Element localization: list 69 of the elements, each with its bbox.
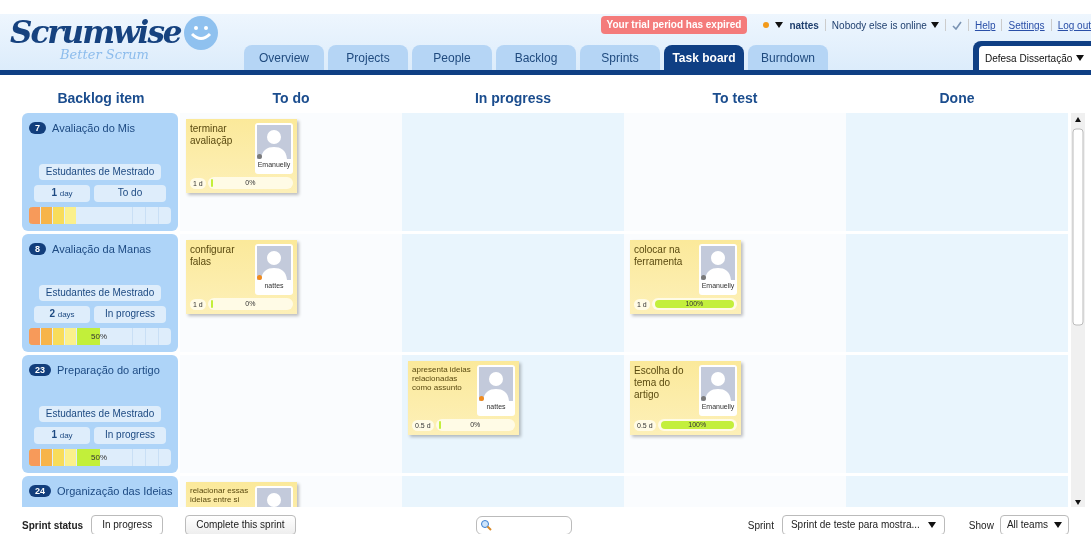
sprint-dropdown[interactable]: Sprint de teste para mostra...: [781, 515, 945, 534]
backlog-card[interactable]: 7 Avaliação do Mis Estudantes de Mestrado 1 day To do: [22, 113, 178, 231]
caret-icon: [927, 522, 936, 528]
person-icon: [257, 125, 291, 159]
item-number: 23: [29, 364, 51, 377]
column-heading: To do: [272, 89, 310, 108]
presence-menu[interactable]: Nobody else is online: [831, 17, 939, 33]
status-pill: In progress: [94, 306, 166, 323]
check-icon[interactable]: [951, 20, 962, 30]
sprint-status-label: Sprint status: [22, 518, 84, 533]
team-label: Estudantes de Mestrado: [38, 406, 162, 422]
column-heading: Done: [939, 89, 975, 108]
logo-text: Scrumwise: [10, 16, 181, 48]
column-heading: To test: [712, 89, 758, 108]
person-icon: [701, 367, 735, 401]
status-pill: To do: [94, 185, 166, 202]
item-title: Avaliação do Mis: [52, 121, 135, 136]
smiley-icon: [184, 16, 218, 50]
task-title: configurar falas: [190, 244, 236, 269]
header-link[interactable]: Log out: [1057, 17, 1091, 33]
header-link[interactable]: Help: [974, 17, 996, 33]
task-title: Escolha do tema do artigo: [634, 365, 685, 402]
item-title: Preparação do artigo: [57, 363, 160, 378]
sprint-status-field: In progress: [91, 515, 164, 534]
task-title: colocar na ferramenta: [634, 244, 684, 269]
show-label: Show: [968, 518, 994, 533]
caret-icon: [775, 22, 784, 28]
scrollbar[interactable]: [1071, 113, 1085, 507]
sprint-label: Sprint: [747, 518, 774, 533]
estimate-pill: 1 day: [34, 427, 90, 444]
nav-tab[interactable]: Sprints: [580, 45, 660, 70]
task-title: terminar avaliaçãp: [190, 123, 234, 148]
task-title: apresenta ideias relacionadas como assunto: [412, 365, 472, 394]
status-pill: In progress: [94, 427, 166, 444]
team-label: Estudantes de Mestrado: [38, 285, 162, 301]
team-label: Estudantes de Mestrado: [38, 164, 162, 180]
search-icon: [479, 519, 492, 531]
estimate-pill: 2 days: [34, 306, 90, 323]
nav-tab[interactable]: Projects: [328, 45, 408, 70]
project-dropdown[interactable]: Defesa Dissertação: [979, 46, 1091, 70]
nav-tab[interactable]: Overview: [244, 45, 324, 70]
person-icon: [257, 246, 291, 280]
user-name[interactable]: nattes: [789, 17, 819, 33]
caret-icon: [1076, 55, 1085, 61]
item-title: Avaliação da Manas: [52, 242, 151, 257]
column-heading: Backlog item: [57, 89, 145, 108]
item-number: 7: [29, 122, 46, 135]
nav-tab[interactable]: Task board: [664, 45, 744, 70]
caret-icon: [1054, 522, 1062, 528]
logo-tagline: Better Scrum: [60, 48, 150, 62]
estimate-pill: 1 day: [34, 185, 90, 202]
backlog-card[interactable]: 24 Organização das Ideias: [22, 476, 178, 507]
task-card[interactable]: relacionar essas ideias entre si: [186, 482, 297, 507]
nav-tab[interactable]: People: [412, 45, 492, 70]
caret-icon: [930, 22, 939, 28]
item-number: 24: [29, 485, 51, 498]
nav-tab[interactable]: Backlog: [496, 45, 576, 70]
item-number: 8: [29, 243, 46, 256]
search-field[interactable]: [475, 515, 572, 534]
task-title: relacionar essas ideias entre si: [190, 486, 250, 506]
person-icon: [701, 246, 735, 280]
team-dropdown[interactable]: All teams: [999, 515, 1069, 534]
header-link[interactable]: Settings: [1008, 17, 1045, 33]
item-title: Organização das Ideias: [57, 484, 173, 499]
nav-tab[interactable]: Burndown: [748, 45, 828, 70]
column-heading: In progress: [474, 89, 552, 108]
person-icon: [479, 367, 513, 401]
trial-badge: Your trial period has expired: [600, 16, 748, 34]
complete-sprint-button[interactable]: Complete this sprint: [185, 515, 296, 534]
